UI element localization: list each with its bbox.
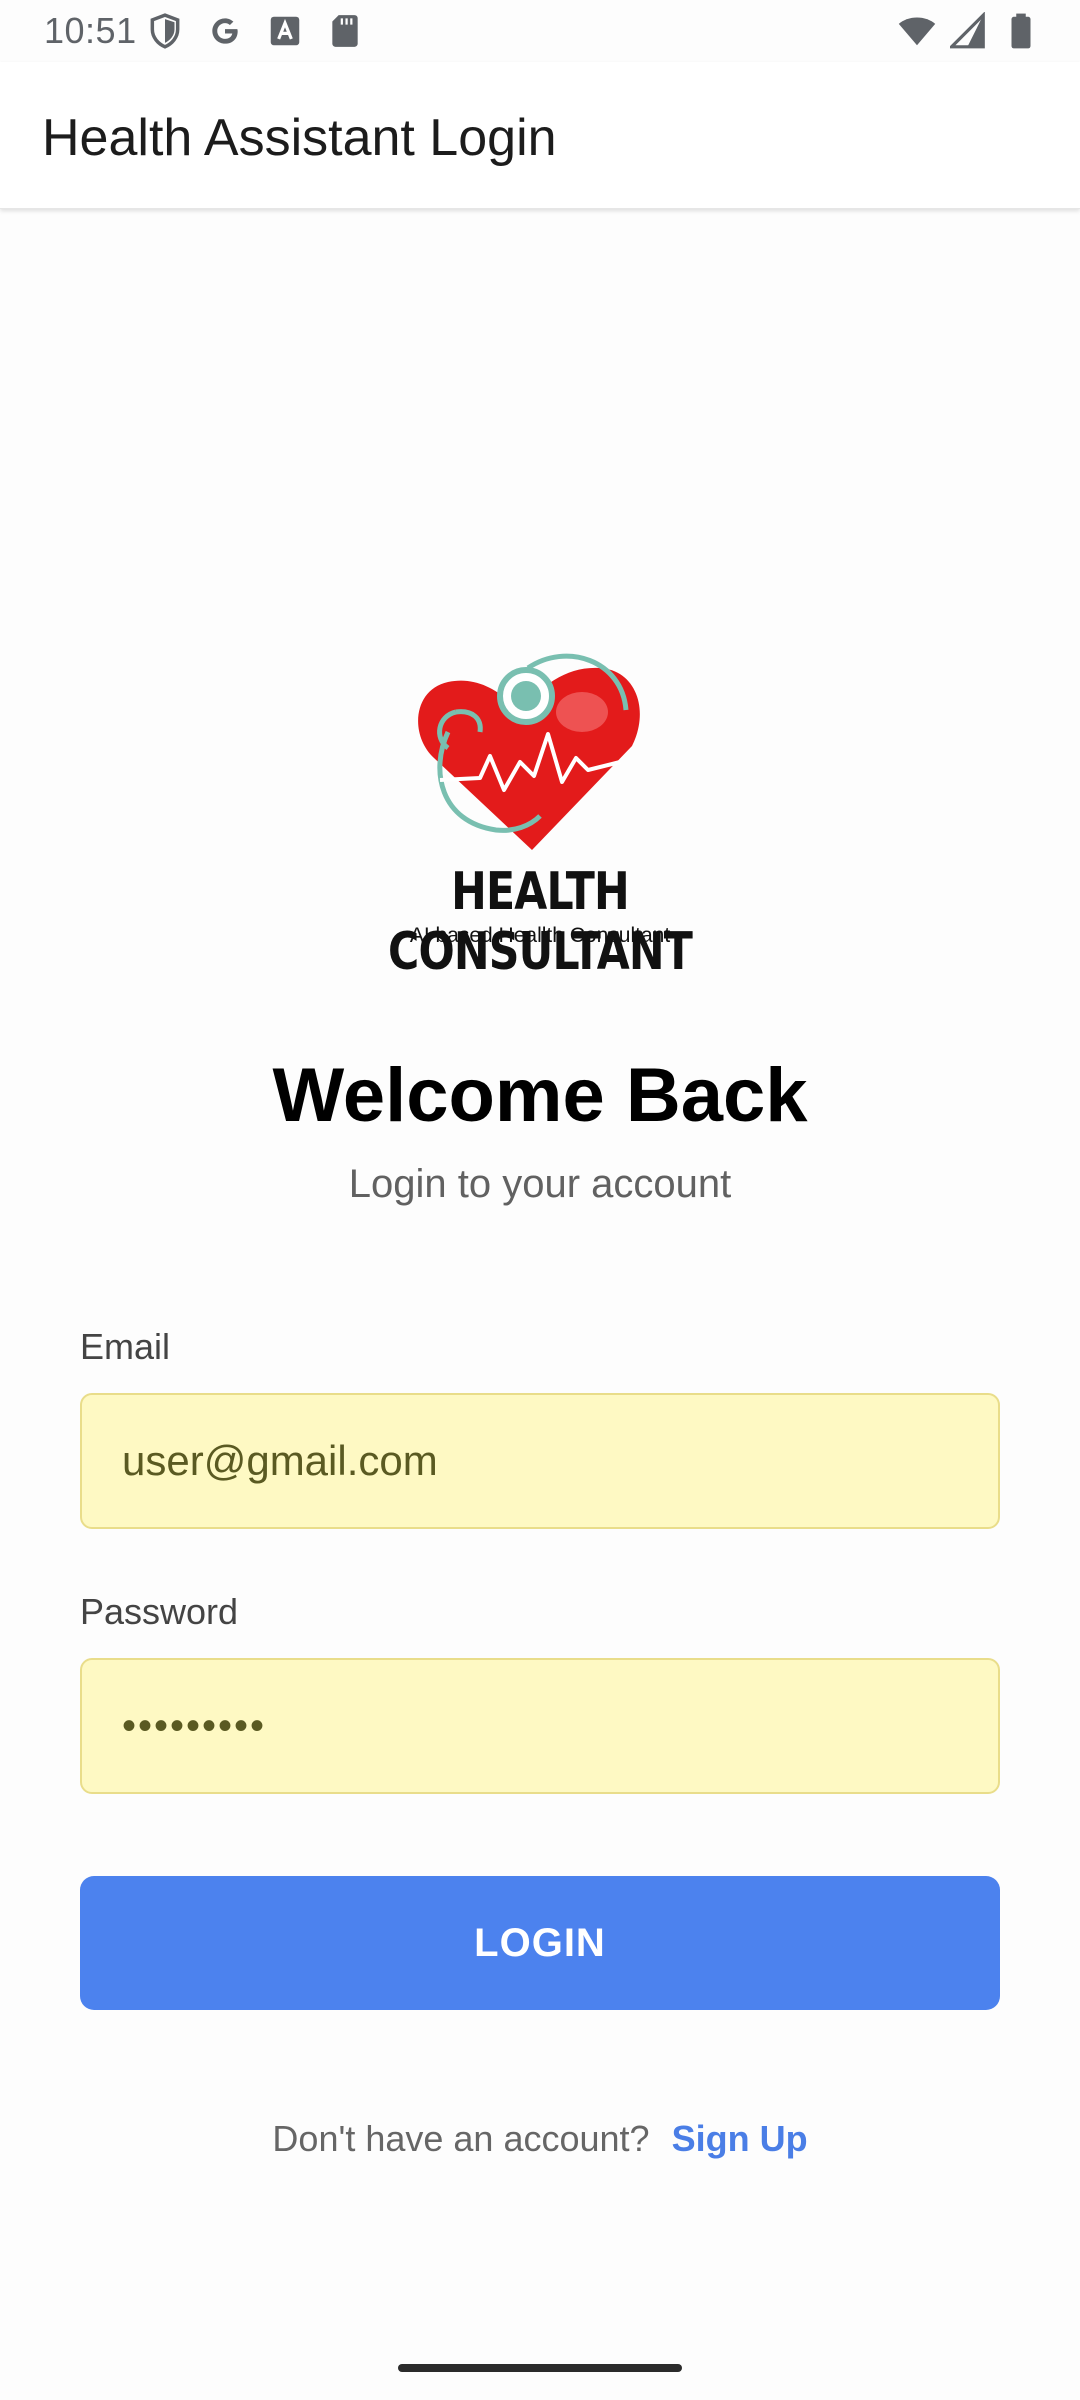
- signup-prompt: Don't have an account?: [272, 2118, 650, 2159]
- app-bar: Health Assistant Login: [0, 62, 1080, 209]
- password-value: •••••••••: [122, 1703, 267, 1748]
- welcome-subtitle: Login to your account: [348, 1162, 732, 1206]
- email-label: Email: [80, 1326, 171, 1367]
- email-field[interactable]: user@gmail.com: [80, 1393, 1000, 1529]
- login-screen: 10:51 Health Assistant Login HEALTH CONS…: [0, 0, 1080, 2400]
- status-bar: 10:51: [0, 0, 1080, 62]
- font-icon: [270, 16, 300, 46]
- signal-icon: [950, 12, 985, 49]
- status-icons-left: [146, 12, 364, 50]
- battery-icon: [1011, 13, 1031, 49]
- status-icons-right: [898, 12, 1040, 50]
- google-icon: [212, 18, 238, 44]
- signup-link[interactable]: Sign Up: [672, 2118, 808, 2159]
- logo-tagline: AI based Heallth Consultant: [409, 924, 671, 947]
- app-bar-title: Health Assistant Login: [42, 109, 557, 167]
- password-field[interactable]: •••••••••: [80, 1658, 1000, 1794]
- email-value: user@gmail.com: [122, 1437, 438, 1484]
- welcome-title: Welcome Back: [272, 1053, 808, 1138]
- wifi-icon: [898, 17, 936, 46]
- logo-heading: HEALTH CONSULTANT: [387, 862, 693, 982]
- login-button-label: LOGIN: [474, 1920, 606, 1965]
- status-time: 10:51: [44, 10, 137, 51]
- shield-icon: [150, 13, 180, 49]
- sd-card-icon: [332, 15, 358, 47]
- login-button[interactable]: LOGIN: [80, 1876, 1000, 2010]
- heart-stethoscope-icon: [418, 653, 640, 850]
- home-indicator[interactable]: [398, 2364, 682, 2372]
- password-label: Password: [80, 1591, 239, 1632]
- signup-row: Don't have an account? Sign Up: [0, 2118, 1080, 2160]
- health-consultant-logo: HEALTH CONSULTANT AI based Heallth Consu…: [330, 650, 750, 982]
